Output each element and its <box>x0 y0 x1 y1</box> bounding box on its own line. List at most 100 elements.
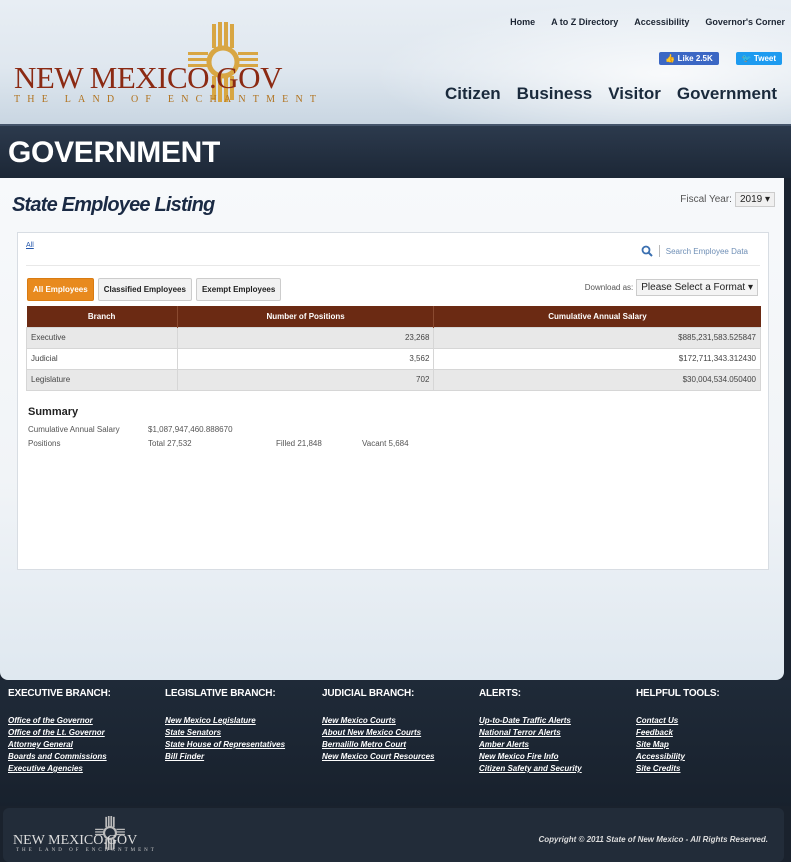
table-row: Judicial 3,562 $172,711,343.312430 <box>26 347 761 370</box>
footer-link[interactable]: State Senators <box>165 727 315 739</box>
footer-link[interactable]: Citizen Safety and Security <box>479 763 629 775</box>
positions-cell: 702 <box>176 368 435 391</box>
employee-data-card: All Search Employee Data All Employees C… <box>17 232 769 570</box>
salary-cell: $30,004,534.050400 <box>433 368 761 391</box>
logo-tagline: THE LAND OF ENCHANTMENT <box>14 94 324 105</box>
nav-visitor[interactable]: Visitor <box>608 84 661 104</box>
top-links: Home A to Z Directory Accessibility Gove… <box>510 17 785 27</box>
positions-cell: 23,268 <box>176 326 435 349</box>
column-header-positions[interactable]: Number of Positions <box>177 306 435 327</box>
tab-classified-employees[interactable]: Classified Employees <box>97 278 192 301</box>
bottom-bar: NEW MEXICO.GOV THE LAND OF ENCHANTMENT C… <box>0 806 791 862</box>
copyright-text: Copyright © 2011 State of New Mexico - A… <box>538 835 768 844</box>
fiscal-year-select[interactable]: 2019 ▾ <box>734 192 775 207</box>
salary-cell: $172,711,343.312430 <box>433 347 761 370</box>
summary-filled: Filled 21,848 <box>276 438 322 448</box>
footer-link[interactable]: Up-to-Date Traffic Alerts <box>479 715 629 727</box>
logo-title: NEW MEXICO.GOV <box>14 60 282 95</box>
employee-tabs: All Employees Classified Employees Exemp… <box>27 278 282 301</box>
footer-link[interactable]: Bill Finder <box>165 751 315 763</box>
column-header-salary[interactable]: Cumulative Annual Salary <box>433 306 761 327</box>
footer-link[interactable]: New Mexico Fire Info <box>479 751 629 763</box>
breadcrumb-all-link[interactable]: All <box>26 242 34 249</box>
section-title: GOVERNMENT <box>8 136 221 169</box>
table-row: Executive 23,268 $885,231,583.525847 <box>26 326 761 349</box>
footer-link[interactable]: National Terror Alerts <box>479 727 629 739</box>
footer-link[interactable]: Feedback <box>636 727 786 739</box>
footer-link[interactable]: Site Map <box>636 739 786 751</box>
salary-cell: $885,231,583.525847 <box>433 326 761 349</box>
summary-vacant: Vacant 5,684 <box>362 438 409 448</box>
footer-heading: ALERTS: <box>479 688 521 699</box>
branch-cell: Judicial <box>26 347 178 370</box>
download-format-select[interactable]: Please Select a Format ▾ <box>636 279 758 296</box>
footer-link[interactable]: New Mexico Court Resources <box>322 751 472 763</box>
tweet-button[interactable]: 🐦 Tweet <box>735 52 782 65</box>
footer-heading: HELPFUL TOOLS: <box>636 688 720 699</box>
employee-search[interactable]: Search Employee Data <box>641 245 748 257</box>
summary-positions-label: Positions <box>28 438 61 448</box>
footer-link[interactable]: Accessibility <box>636 751 786 763</box>
footer-link[interactable]: Contact Us <box>636 715 786 727</box>
footer-link[interactable]: New Mexico Legislature <box>165 715 315 727</box>
footer-column-alerts: ALERTS: Up-to-Date Traffic Alerts Nation… <box>479 688 629 775</box>
tab-exempt-employees[interactable]: Exempt Employees <box>195 278 282 301</box>
footer-link[interactable]: Attorney General <box>8 739 158 751</box>
footer-link[interactable]: Boards and Commissions <box>8 751 158 763</box>
footer-links: EXECUTIVE BRANCH: Office of the Governor… <box>0 680 791 808</box>
positions-cell: 3,562 <box>176 347 435 370</box>
footer-link[interactable]: Site Credits <box>636 763 786 775</box>
main-nav: Citizen Business Visitor Government <box>445 84 777 104</box>
thumbs-up-icon: 👍 <box>665 54 678 63</box>
footer-column-legislative: LEGISLATIVE BRANCH: New Mexico Legislatu… <box>165 688 315 763</box>
tab-all-employees[interactable]: All Employees <box>27 278 94 301</box>
footer-link[interactable]: Bernalillo Metro Court <box>322 739 472 751</box>
summary-title: Summary <box>28 406 79 418</box>
footer-link[interactable]: About New Mexico Courts <box>322 727 472 739</box>
footer-column-judicial: JUDICIAL BRANCH: New Mexico Courts About… <box>322 688 472 763</box>
nav-government[interactable]: Government <box>677 84 777 104</box>
site-header: NEW MEXICO.GOV THE LAND OF ENCHANTMENT H… <box>0 0 791 124</box>
top-link-accessibility[interactable]: Accessibility <box>634 17 689 27</box>
site-logo[interactable]: NEW MEXICO.GOV THE LAND OF ENCHANTMENT <box>14 62 323 105</box>
search-input[interactable]: Search Employee Data <box>666 247 748 256</box>
summary-salary-row: Cumulative Annual Salary $1,087,947,460.… <box>28 422 409 436</box>
fiscal-year-selector: Fiscal Year: 2019 ▾ <box>680 192 775 207</box>
summary-total: Total 27,532 <box>148 438 192 448</box>
footer-link[interactable]: Amber Alerts <box>479 739 629 751</box>
facebook-like-button[interactable]: 👍 Like 2.5K <box>659 52 719 65</box>
social-buttons: 👍 Like 2.5K 🐦 Tweet <box>659 52 782 65</box>
summary-salary-label: Cumulative Annual Salary <box>28 424 120 434</box>
page-title: State Employee Listing <box>12 194 215 216</box>
summary-positions-row: Positions Total 27,532 Filled 21,848 Vac… <box>28 436 409 450</box>
branch-table: Branch Number of Positions Cumulative An… <box>26 306 761 391</box>
column-header-branch[interactable]: Branch <box>26 306 178 327</box>
footer-link[interactable]: Executive Agencies <box>8 763 158 775</box>
branch-cell: Executive <box>26 326 178 349</box>
search-icon[interactable] <box>641 245 653 257</box>
footer-link[interactable]: Office of the Governor <box>8 715 158 727</box>
table-row: Legislature 702 $30,004,534.050400 <box>26 368 761 391</box>
footer-column-executive: EXECUTIVE BRANCH: Office of the Governor… <box>8 688 158 775</box>
footer-link[interactable]: New Mexico Courts <box>322 715 472 727</box>
footer-logo[interactable]: NEW MEXICO.GOV <box>13 833 137 849</box>
top-link-governors-corner[interactable]: Governor's Corner <box>705 17 785 27</box>
download-format: Download as: Please Select a Format ▾ <box>585 279 758 296</box>
footer-link[interactable]: State House of Representatives <box>165 739 315 751</box>
section-bar: GOVERNMENT <box>0 124 791 178</box>
footer-heading: EXECUTIVE BRANCH: <box>8 688 111 699</box>
footer-link[interactable]: Office of the Lt. Governor <box>8 727 158 739</box>
footer-logo-tagline: THE LAND OF ENCHANTMENT <box>16 848 157 853</box>
branch-cell: Legislature <box>26 368 178 391</box>
footer-heading: LEGISLATIVE BRANCH: <box>165 688 276 699</box>
footer-column-helpful-tools: HELPFUL TOOLS: Contact Us Feedback Site … <box>636 688 786 775</box>
nav-business[interactable]: Business <box>517 84 593 104</box>
summary-section: Summary Cumulative Annual Salary $1,087,… <box>28 406 409 450</box>
top-link-a-to-z[interactable]: A to Z Directory <box>551 17 618 27</box>
fiscal-year-label: Fiscal Year: <box>680 194 732 205</box>
top-link-home[interactable]: Home <box>510 17 535 27</box>
nav-citizen[interactable]: Citizen <box>445 84 501 104</box>
twitter-bird-icon: 🐦 <box>741 54 754 63</box>
summary-salary-value: $1,087,947,460.888670 <box>148 424 233 434</box>
download-label: Download as: <box>584 283 634 292</box>
